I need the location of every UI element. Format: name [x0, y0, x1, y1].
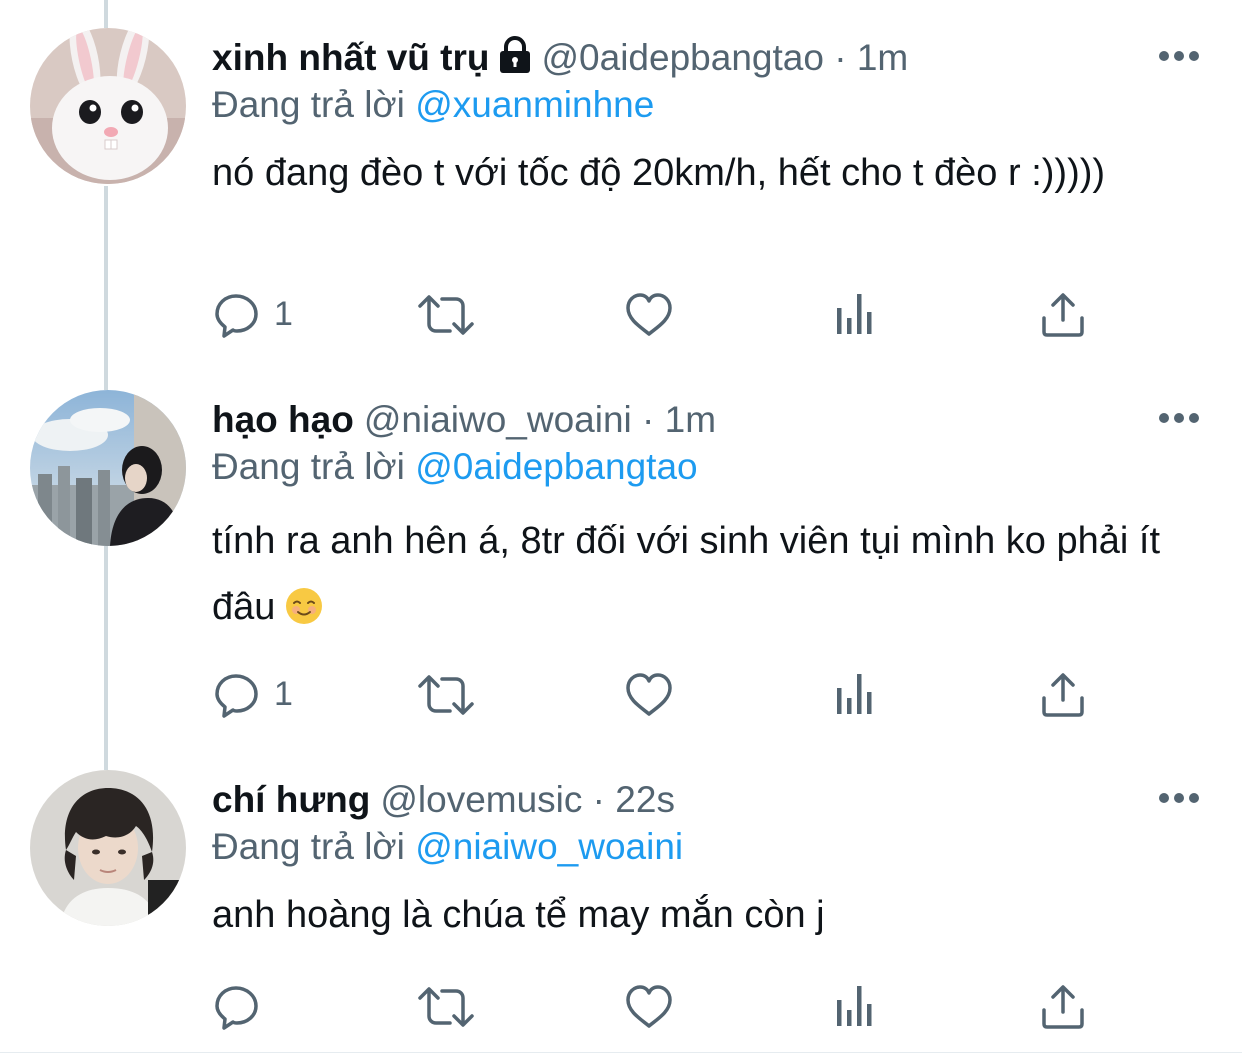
- avatar[interactable]: [30, 28, 186, 184]
- analytics-icon: [837, 986, 872, 1026]
- analytics-icon: [837, 294, 872, 334]
- separator: ·: [582, 779, 616, 820]
- reply-button[interactable]: 1: [212, 290, 312, 340]
- tweet[interactable]: chí hưng @lovemusic · 22s Đang trả lời @n…: [0, 770, 1242, 1052]
- share-icon: [1042, 673, 1084, 717]
- timestamp[interactable]: 1m: [857, 37, 908, 78]
- white-rabbit-avatar-icon: [30, 28, 186, 184]
- retweet-button[interactable]: [416, 670, 476, 720]
- separator: ·: [823, 37, 857, 78]
- replying-to-handle[interactable]: @xuanminhne: [415, 84, 654, 125]
- tweet-text: nó đang đèo t với tốc độ 20km/h, hết cho…: [212, 152, 1106, 194]
- handle[interactable]: @niaiwo_woaini: [364, 399, 632, 440]
- avatar[interactable]: [30, 390, 186, 546]
- like-button[interactable]: [624, 290, 674, 340]
- display-name[interactable]: xinh nhất vũ trụ: [212, 37, 490, 78]
- tweet[interactable]: xinh nhất vũ trụ @0aidepbangtao · 1m Đang…: [0, 28, 1242, 348]
- like-icon: [626, 985, 672, 1028]
- thread-line: [104, 0, 108, 28]
- divider: [0, 1052, 1242, 1053]
- reply-button[interactable]: 1: [212, 670, 312, 720]
- more-icon[interactable]: [1158, 788, 1200, 808]
- timestamp[interactable]: 22s: [615, 779, 675, 820]
- tweet-text-body: tính ra anh hên á, 8tr đối với sinh viên…: [212, 520, 1161, 628]
- replying-to: Đang trả lời @xuanminhne: [212, 80, 654, 130]
- share-icon: [1042, 985, 1084, 1029]
- more-icon[interactable]: [1158, 46, 1200, 66]
- retweet-icon: [418, 675, 474, 715]
- replying-to-label: Đang trả lời: [212, 84, 405, 125]
- replying-to-label: Đang trả lời: [212, 826, 405, 867]
- tweet-text: anh hoàng là chúa tể may mắn còn j: [212, 894, 825, 936]
- share-button[interactable]: [1038, 290, 1088, 340]
- reply-button[interactable]: [212, 982, 312, 1032]
- like-button[interactable]: [624, 982, 674, 1032]
- separator: ·: [631, 399, 665, 440]
- reply-icon: [215, 294, 258, 338]
- handle[interactable]: @lovemusic: [380, 779, 582, 820]
- like-icon: [626, 293, 672, 336]
- reply-count: 1: [274, 295, 293, 333]
- retweet-icon: [418, 295, 474, 335]
- tweet-actions: 1: [212, 670, 1112, 720]
- retweet-icon: [418, 987, 474, 1027]
- tweet-actions: 1: [212, 290, 1112, 340]
- avatar[interactable]: [30, 770, 186, 926]
- handle[interactable]: @0aidepbangtao: [542, 37, 824, 78]
- reply-icon: [215, 986, 258, 1030]
- tweet[interactable]: hạo hạo @niaiwo_woaini · 1m Đang trả lời …: [0, 390, 1242, 730]
- share-icon: [1042, 293, 1084, 337]
- tweet-header: hạo hạo @niaiwo_woaini · 1m: [212, 390, 716, 450]
- replying-to: Đang trả lời @0aidepbangtao: [212, 442, 698, 492]
- retweet-button[interactable]: [416, 290, 476, 340]
- retweet-button[interactable]: [416, 982, 476, 1032]
- reply-icon: [215, 674, 258, 718]
- more-icon[interactable]: [1158, 408, 1200, 428]
- replying-to-handle[interactable]: @0aidepbangtao: [415, 446, 697, 487]
- tweet-text: tính ra anh hên á, 8tr đối với sinh viên…: [212, 508, 1202, 640]
- analytics-button[interactable]: [832, 670, 882, 720]
- smiling-face-emoji-icon: [285, 580, 323, 624]
- share-button[interactable]: [1038, 670, 1088, 720]
- timestamp[interactable]: 1m: [665, 399, 716, 440]
- replying-to-handle[interactable]: @niaiwo_woaini: [415, 826, 683, 867]
- replying-to: Đang trả lời @niaiwo_woaini: [212, 822, 683, 872]
- tweet-header: chí hưng @lovemusic · 22s: [212, 770, 675, 830]
- tweet-header: xinh nhất vũ trụ @0aidepbangtao · 1m: [212, 28, 908, 88]
- analytics-button[interactable]: [832, 982, 882, 1032]
- display-name[interactable]: chí hưng: [212, 779, 370, 820]
- share-button[interactable]: [1038, 982, 1088, 1032]
- replying-to-label: Đang trả lời: [212, 446, 405, 487]
- like-button[interactable]: [624, 670, 674, 720]
- person-city-sky-avatar-icon: [30, 390, 186, 546]
- reply-count: 1: [274, 675, 293, 713]
- analytics-icon: [837, 674, 872, 714]
- like-icon: [626, 673, 672, 716]
- person-curly-hair-avatar-icon: [30, 770, 186, 926]
- display-name[interactable]: hạo hạo: [212, 399, 354, 440]
- analytics-button[interactable]: [832, 290, 882, 340]
- tweet-actions: [212, 982, 1112, 1032]
